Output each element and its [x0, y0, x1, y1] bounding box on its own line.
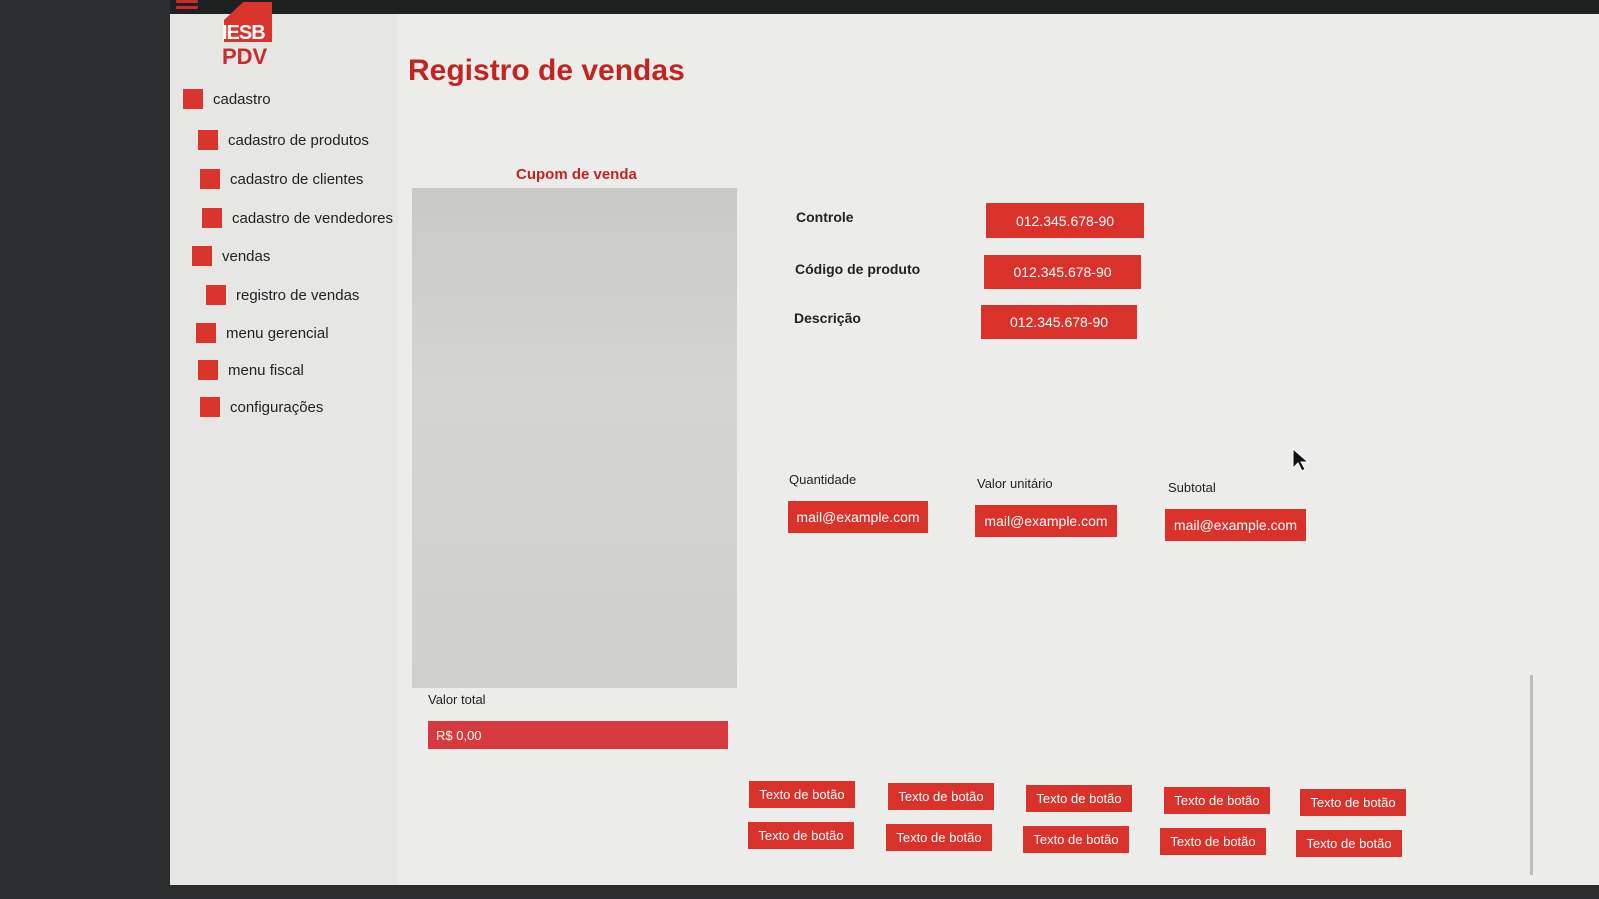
- sidebar-item-label: configurações: [230, 398, 324, 416]
- action-button-4[interactable]: Texto de botão: [1164, 787, 1270, 814]
- cupom-title: Cupom de venda: [516, 166, 637, 183]
- descricao-field[interactable]: 012.345.678-90: [981, 305, 1137, 339]
- sidebar-item-registro-de-vendas[interactable]: registro de vendas: [206, 285, 359, 305]
- sidebar-item-label: cadastro de produtos: [228, 131, 369, 149]
- action-button-3[interactable]: Texto de botão: [1026, 785, 1132, 812]
- action-button-5[interactable]: Texto de botão: [1300, 789, 1406, 816]
- action-button-7[interactable]: Texto de botão: [886, 824, 992, 851]
- menu-square-icon: [196, 323, 216, 343]
- logo-text: IESB: [222, 22, 266, 44]
- sidebar-item-menu-fiscal[interactable]: menu fiscal: [198, 360, 304, 380]
- descricao-label: Descrição: [794, 310, 861, 326]
- action-button-6[interactable]: Texto de botão: [748, 822, 854, 849]
- controle-label: Controle: [796, 209, 854, 225]
- valor-total-field[interactable]: R$ 0,00: [428, 721, 728, 749]
- scrollbar[interactable]: [1530, 675, 1533, 875]
- sidebar-item-configuracoes[interactable]: configurações: [200, 397, 323, 417]
- sidebar-item-cadastro-de-produtos[interactable]: cadastro de produtos: [198, 130, 369, 150]
- product-name: PDV: [222, 44, 268, 69]
- quantidade-field[interactable]: mail@example.com: [788, 501, 928, 533]
- action-button-1[interactable]: Texto de botão: [749, 781, 855, 808]
- sidebar-item-label: registro de vendas: [236, 286, 360, 304]
- valor-total-label: Valor total: [428, 692, 486, 707]
- sidebar-item-menu-gerencial[interactable]: menu gerencial: [196, 323, 329, 343]
- cupom-panel: [412, 188, 737, 688]
- menu-square-icon: [183, 89, 203, 109]
- codigo-produto-field[interactable]: 012.345.678-90: [984, 255, 1141, 289]
- action-button-9[interactable]: Texto de botão: [1160, 828, 1266, 855]
- action-button-8[interactable]: Texto de botão: [1023, 826, 1129, 853]
- app-screen: IESB PDV: [170, 0, 1599, 885]
- sidebar-item-cadastro-de-clientes[interactable]: cadastro de clientes: [200, 169, 363, 189]
- menu-square-icon: [200, 169, 220, 189]
- sidebar-item-label: cadastro de vendedores: [232, 209, 393, 227]
- menu-square-icon: [198, 360, 218, 380]
- quantidade-label: Quantidade: [789, 472, 857, 487]
- sidebar-item-label: cadastro: [213, 90, 271, 108]
- sidebar-item-vendas[interactable]: vendas: [192, 246, 270, 266]
- valor-unitario-label: Valor unitário: [977, 476, 1053, 491]
- mouse-cursor-icon: [1292, 448, 1310, 472]
- sidebar-item-label: vendas: [222, 247, 271, 265]
- sidebar-item-label: cadastro de clientes: [230, 170, 364, 188]
- top-bar: [170, 0, 1599, 14]
- page-title: Registro de vendas: [408, 54, 685, 87]
- sidebar-item-label: menu gerencial: [226, 324, 329, 342]
- action-button-10[interactable]: Texto de botão: [1296, 830, 1402, 857]
- subtotal-field[interactable]: mail@example.com: [1165, 509, 1306, 541]
- sidebar-item-cadastro[interactable]: cadastro: [183, 89, 271, 109]
- menu-square-icon: [200, 397, 220, 417]
- controle-field[interactable]: 012.345.678-90: [986, 203, 1144, 238]
- codigo-produto-label: Código de produto: [795, 261, 921, 277]
- hamburger-menu-icon[interactable]: [176, 0, 198, 14]
- app-logo: IESB PDV: [220, 2, 280, 69]
- action-button-2[interactable]: Texto de botão: [888, 783, 994, 810]
- sidebar-item-label: menu fiscal: [228, 361, 304, 379]
- sidebar-item-cadastro-de-vendedores[interactable]: cadastro de vendedores: [202, 208, 393, 228]
- menu-square-icon: [192, 246, 212, 266]
- menu-square-icon: [206, 285, 226, 305]
- menu-square-icon: [202, 208, 222, 228]
- menu-square-icon: [198, 130, 218, 150]
- subtotal-label: Subtotal: [1168, 480, 1216, 495]
- valor-unitario-field[interactable]: mail@example.com: [975, 505, 1117, 537]
